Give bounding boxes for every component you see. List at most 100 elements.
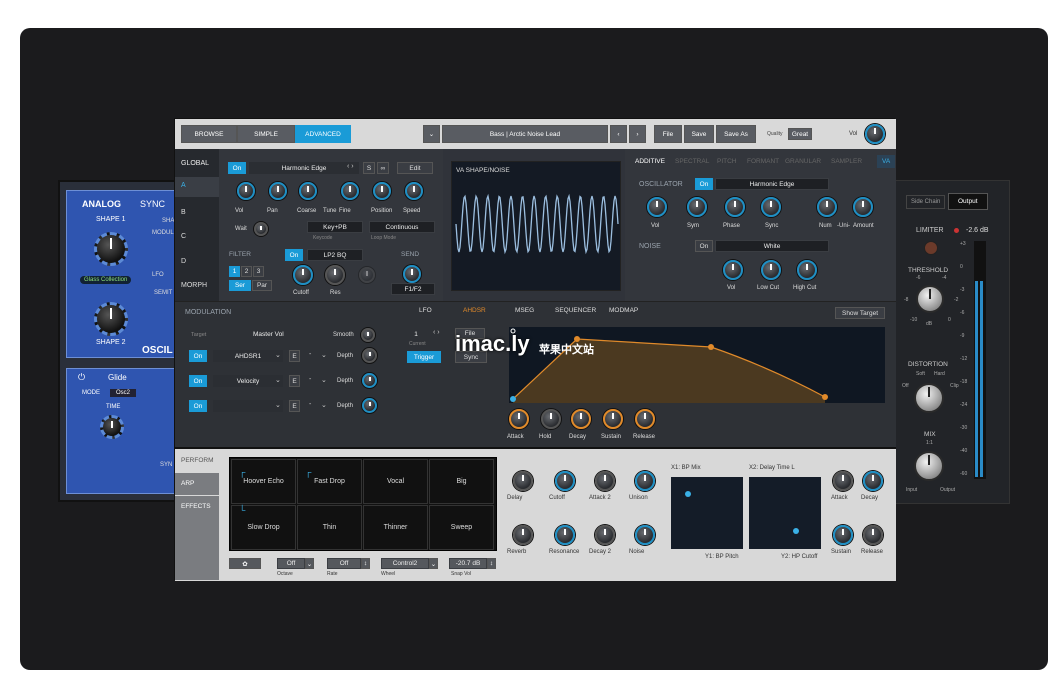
additive-tab-granular[interactable]: GRANULAR (785, 158, 821, 165)
filter-par-button[interactable]: Par (252, 280, 272, 291)
patch-name[interactable]: Bass | Arctic Noise Lead (442, 125, 608, 143)
noise-low-cut-knob[interactable] (761, 260, 781, 280)
filter-extra-knob[interactable] (359, 267, 375, 283)
filter-on-button[interactable]: On (285, 249, 303, 261)
prev-patch-button[interactable]: ‹ (610, 125, 627, 143)
show-target-button[interactable]: Show Target (835, 307, 885, 319)
env-sustain-knob[interactable] (603, 409, 623, 429)
layer-b-tab[interactable]: B (181, 209, 186, 216)
osc-phase-knob[interactable] (725, 197, 745, 217)
osc-vol-knob[interactable] (647, 197, 667, 217)
perform-env-release-knob[interactable] (863, 525, 883, 545)
res-knob[interactable] (325, 265, 345, 285)
noise-type-select[interactable]: White (715, 240, 829, 252)
pad-thinner[interactable]: Thinner (363, 505, 428, 550)
link-icon[interactable]: ∞ (377, 162, 389, 174)
filter-type-select[interactable]: LP2 BQ (307, 249, 363, 261)
browse-button[interactable]: BROWSE (181, 125, 237, 143)
perform-reverb-knob[interactable] (513, 525, 533, 545)
mod-polarity-arrow[interactable]: ⌄ (321, 401, 327, 409)
mod-source-select[interactable] (213, 400, 283, 412)
layer-osc-select[interactable]: Harmonic Edge (249, 162, 359, 174)
master-vol-knob[interactable] (865, 124, 885, 144)
additive-tab-va[interactable]: VA (877, 155, 896, 168)
osc-on-button[interactable]: On (695, 178, 713, 190)
pad-vocal[interactable]: Vocal (363, 459, 428, 504)
rate-stepper[interactable]: ↕ (361, 558, 370, 569)
additive-tab-additive[interactable]: ADDITIVE (635, 158, 665, 165)
pad-sweep[interactable]: Sweep (429, 505, 494, 550)
mod-row-on-button[interactable]: On (189, 375, 207, 387)
global-coarse-knob[interactable] (299, 182, 317, 200)
perform-tab[interactable]: PERFORM (175, 451, 219, 471)
solo-button[interactable]: S (363, 162, 375, 174)
threshold-knob[interactable] (916, 285, 944, 313)
cutoff-knob[interactable] (293, 265, 313, 285)
octave-arrow[interactable]: ⌄ (305, 558, 314, 569)
perform-unison-knob[interactable] (635, 471, 655, 491)
perform-attack-2-knob[interactable] (595, 471, 615, 491)
additive-tab-formant[interactable]: FORMANT (747, 158, 779, 165)
keymode-select[interactable]: Key+PB (307, 221, 363, 233)
perform-resonance-knob[interactable] (555, 525, 575, 545)
filter-3-button[interactable]: 3 (253, 266, 264, 277)
side-chain-tab[interactable]: Side Chain (906, 195, 946, 209)
mod-polarity[interactable]: - (309, 351, 311, 358)
limiter-button[interactable] (924, 241, 938, 255)
send-select[interactable]: F1/F2 (391, 283, 435, 295)
pad-hoover-echo[interactable]: Hoover Echo (231, 459, 296, 504)
mod-source-arrow[interactable]: ⌄ (275, 376, 281, 384)
mod-polarity-arrow[interactable]: ⌄ (321, 351, 327, 359)
osc-sync-knob[interactable] (761, 197, 781, 217)
env-arrows[interactable]: ‹ › (433, 329, 440, 336)
layer-osc-arrows[interactable]: ‹ › (347, 163, 354, 170)
advanced-button[interactable]: ADVANCED (295, 125, 351, 143)
mod-depth-knob[interactable] (362, 398, 377, 413)
env-tab-modmap[interactable]: MODMAP (609, 307, 638, 314)
output-tab[interactable]: Output (948, 193, 988, 210)
env-hold-knob[interactable] (541, 409, 561, 429)
mod-row-on-button[interactable]: On (189, 350, 207, 362)
osc-type-select[interactable]: Harmonic Edge (715, 178, 829, 190)
shape2-knob[interactable] (94, 302, 128, 336)
env-attack-knob[interactable] (509, 409, 529, 429)
simple-button[interactable]: SIMPLE (237, 125, 295, 143)
settings-gear-button[interactable]: ✿ (229, 558, 261, 569)
mod-e-button[interactable]: E (289, 400, 300, 412)
analog-tab[interactable]: ANALOG (82, 199, 121, 209)
mod-polarity-arrow[interactable]: ⌄ (321, 376, 327, 384)
global-speed-knob[interactable] (405, 182, 423, 200)
mod-depth-knob[interactable] (362, 348, 377, 363)
distortion-knob[interactable] (914, 383, 944, 413)
additive-tab-sampler[interactable]: SAMPLER (831, 158, 862, 165)
mod-source-select[interactable]: Velocity (213, 375, 283, 387)
perform-delay-knob[interactable] (513, 471, 533, 491)
global-position-knob[interactable] (373, 182, 391, 200)
env-tab-ahdsr[interactable]: AHDSR (463, 307, 486, 314)
morph-tab[interactable]: MORPH (181, 282, 207, 289)
rate-select[interactable]: Off (327, 558, 361, 569)
save-as-button[interactable]: Save As (716, 125, 756, 143)
env-release-knob[interactable] (635, 409, 655, 429)
env-number-select[interactable]: 1 (409, 329, 423, 340)
trigger-button[interactable]: Trigger (407, 351, 441, 363)
pad-thin[interactable]: Thin (297, 505, 362, 550)
mod-e-button[interactable]: E (289, 375, 300, 387)
mod-row-on-button[interactable]: On (189, 400, 207, 412)
global-pan-knob[interactable] (269, 182, 287, 200)
file-button[interactable]: File (654, 125, 682, 143)
perform-env-sustain-knob[interactable] (833, 525, 853, 545)
noise-on-button[interactable]: On (695, 240, 713, 252)
pad-big[interactable]: Big (429, 459, 494, 504)
osc-num-knob[interactable] (817, 197, 837, 217)
layer-c-tab[interactable]: C (181, 233, 186, 240)
env-tab-mseg[interactable]: MSEG (515, 307, 534, 314)
effects-tab[interactable]: EFFECTS (175, 496, 219, 580)
send-knob[interactable] (403, 265, 421, 283)
sync-tab[interactable]: SYNC (140, 199, 165, 209)
save-button[interactable]: Save (684, 125, 714, 143)
wheel-select[interactable]: Control2 (381, 558, 429, 569)
global-tab[interactable]: GLOBAL (181, 160, 209, 167)
mix-knob[interactable] (914, 451, 944, 481)
noise-vol-knob[interactable] (723, 260, 743, 280)
